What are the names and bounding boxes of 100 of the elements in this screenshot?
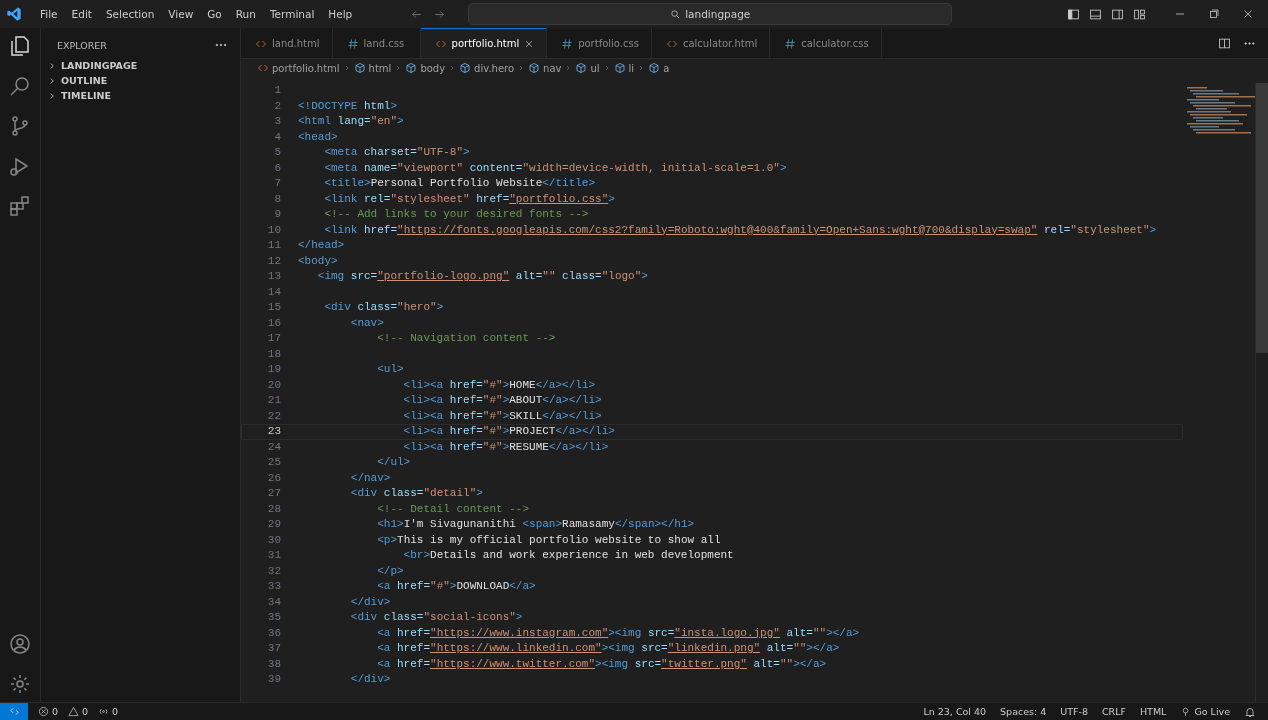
close-icon[interactable] — [524, 38, 535, 49]
code-line: </ul> — [376, 455, 411, 470]
code-line: <a href="https://www.twitter.com"><img src="twitter.png" alt=""></a> — [376, 656, 827, 672]
code-line: <li><a href="#">SKILL</a></li> — [402, 408, 602, 424]
line-number: 10 — [266, 222, 281, 238]
line-number: 25 — [266, 455, 281, 470]
code-line: </div> — [349, 594, 391, 610]
code-line: <!DOCTYPE html> — [298, 98, 398, 114]
code-line: <h1>I'm Sivagunanithi <span>Ramasamy</span></h1> — [376, 517, 695, 532]
line-number: 34 — [266, 594, 281, 610]
code-line: <meta charset="UTF-8"> — [323, 145, 470, 160]
warning-icon — [68, 706, 80, 717]
status-item[interactable]: Spaces: 4 — [996, 706, 1051, 717]
code-line: <head> — [298, 129, 338, 145]
code-line: <html lang="en"> — [298, 114, 404, 129]
breadcrumb[interactable]: body — [420, 62, 446, 74]
split-editor-icon[interactable] — [1218, 36, 1231, 50]
menu-item[interactable]: Terminal — [263, 6, 321, 22]
code-line: <!-- Add links to your desired fonts --> — [323, 207, 589, 222]
line-number: 26 — [266, 470, 281, 486]
line-number: 13 — [266, 269, 281, 284]
code-line: <a href="https://www.instagram.com"><img src="insta.logo.jpg" alt=""></a> — [376, 625, 860, 641]
line-number: 37 — [266, 641, 281, 656]
status-item[interactable]: UTF-8 — [1056, 706, 1092, 717]
account-icon[interactable] — [8, 632, 32, 656]
cube-icon — [575, 62, 588, 74]
sidebar-toggle-icon[interactable] — [1067, 7, 1080, 21]
line-number: 23 — [266, 424, 281, 439]
sidebar-section[interactable]: LANDINGPAGE — [41, 58, 240, 73]
line-number: 1 — [273, 83, 281, 98]
status-count[interactable]: 0 — [112, 706, 119, 717]
breadcrumb[interactable]: nav — [543, 62, 562, 74]
code-line: <li><a href="#">PROJECT</a></li> — [402, 424, 615, 439]
breadcrumb[interactable]: portfolio.html — [272, 62, 340, 74]
line-number: 20 — [266, 377, 281, 393]
search-text: landingpage — [685, 8, 751, 20]
line-number: 36 — [266, 625, 281, 641]
sidebar-section[interactable]: OUTLINE — [41, 73, 240, 88]
line-number: 31 — [266, 548, 281, 563]
line-number: 21 — [266, 393, 281, 408]
code-line: <ul> — [376, 362, 404, 377]
line-number: 4 — [273, 129, 281, 145]
code-line: <title>Personal Portfolio Website</title> — [323, 176, 596, 191]
line-number: 5 — [273, 145, 281, 160]
line-number: 27 — [266, 486, 281, 501]
status-count[interactable]: 0 — [52, 706, 59, 717]
line-number: 38 — [266, 656, 281, 672]
breadcrumb[interactable]: div.hero — [474, 62, 515, 74]
menu-item[interactable]: Go — [201, 6, 228, 22]
breadcrumb[interactable]: html — [368, 62, 392, 74]
status-count[interactable]: 0 — [82, 706, 89, 717]
menu-item[interactable]: View — [162, 6, 200, 22]
files-icon[interactable] — [8, 34, 32, 58]
line-number: 18 — [266, 346, 281, 362]
bell-icon[interactable] — [1244, 705, 1256, 718]
line-number: 39 — [266, 672, 281, 687]
breadcrumb[interactable]: ul — [590, 62, 600, 74]
menu-item[interactable]: Edit — [65, 6, 98, 22]
html-file-icon — [257, 62, 269, 74]
error-icon — [38, 706, 49, 717]
code-line: <div class="social-icons"> — [349, 610, 523, 625]
cube-icon — [613, 62, 626, 74]
code-line: <!-- Navigation content --> — [376, 331, 556, 346]
status-item[interactable]: CRLF — [1097, 706, 1130, 717]
panel-toggle-icon[interactable] — [1089, 7, 1102, 21]
scrollbar-thumb[interactable] — [1256, 83, 1268, 353]
code-line: </p> — [376, 563, 404, 579]
line-number: 6 — [273, 160, 281, 176]
status-item[interactable]: Ln 23, Col 40 — [919, 706, 991, 717]
menu-item[interactable]: Help — [322, 6, 359, 22]
breadcrumb[interactable]: li — [628, 62, 635, 74]
extensions-icon[interactable] — [8, 194, 32, 218]
code-line: <body> — [298, 253, 338, 269]
code-line: <li><a href="#">HOME</a></li> — [402, 377, 596, 393]
layout-icon[interactable] — [1133, 7, 1146, 21]
search-icon[interactable] — [8, 74, 32, 98]
status-item[interactable]: HTML — [1135, 706, 1171, 717]
menu-item[interactable]: File — [34, 6, 64, 22]
code-line: <link href="https://fonts.googleapis.com/css2?family=Roboto:wght@400&family=Open+Sans:wght@700&display=swap" rel="stylesheet"> — [323, 222, 1157, 238]
cube-icon — [353, 62, 366, 74]
line-number: 22 — [266, 408, 281, 424]
line-number: 2 — [273, 98, 281, 114]
close-icon[interactable] — [1242, 8, 1254, 20]
status-item[interactable]: Go Live — [1194, 706, 1230, 717]
code-line: <li><a href="#">RESUME</a></li> — [402, 439, 609, 455]
code-line: <img src="portfolio-logo.png" alt="" class="logo"> — [316, 269, 648, 284]
line-number: 29 — [266, 517, 281, 532]
menu-item[interactable]: Selection — [99, 6, 161, 22]
restore-icon[interactable] — [1208, 8, 1220, 20]
settings-icon[interactable] — [8, 672, 32, 696]
line-number: 24 — [266, 439, 281, 455]
line-number: 35 — [266, 610, 281, 625]
editor-tab[interactable]: portfolio.html — [420, 28, 548, 58]
line-number: 7 — [273, 176, 281, 191]
code-line: <div class="hero"> — [323, 300, 444, 315]
secondary-sidebar-icon[interactable] — [1111, 7, 1124, 21]
command-center-search[interactable]: landingpage — [468, 3, 953, 25]
sidebar-section[interactable]: TIMELINE — [41, 88, 240, 103]
menu-item[interactable]: Run — [229, 6, 262, 22]
breadcrumb[interactable]: a — [663, 62, 670, 74]
